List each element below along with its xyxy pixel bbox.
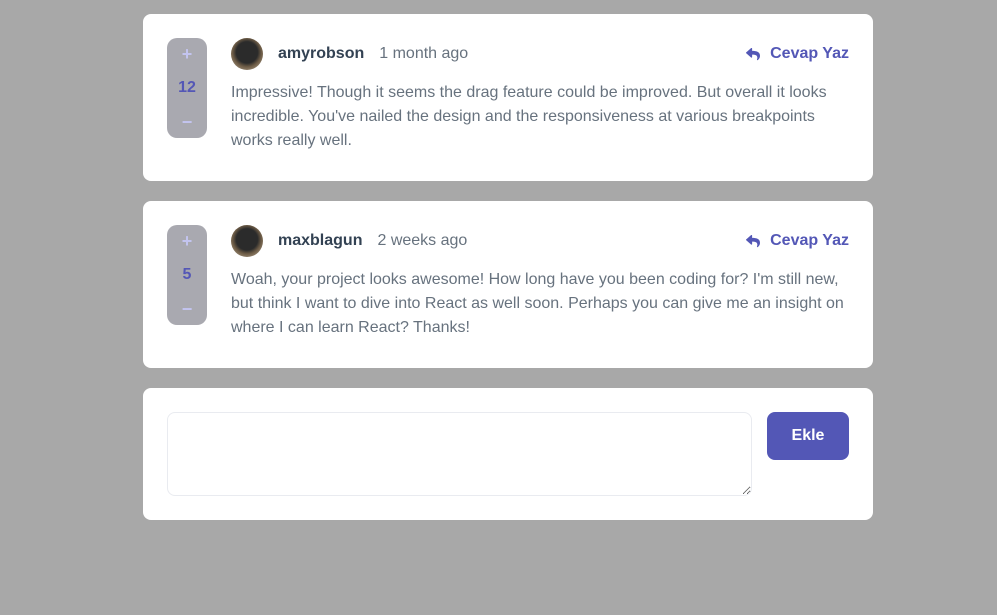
comment-input[interactable] bbox=[167, 412, 752, 496]
downvote-button[interactable]: − bbox=[167, 112, 207, 132]
reply-label: Cevap Yaz bbox=[770, 232, 849, 249]
avatar bbox=[231, 38, 263, 70]
score-widget: + 12 − bbox=[167, 38, 207, 138]
comment-body: maxblagun 2 weeks ago Cevap Yaz Woah, yo… bbox=[231, 225, 849, 344]
upvote-button[interactable]: + bbox=[167, 44, 207, 64]
comments-section: + 12 − amyrobson 1 month ago Cevap Yaz I… bbox=[143, 14, 873, 540]
comment-text: Impressive! Though it seems the drag fea… bbox=[231, 84, 827, 149]
add-comment-card: Ekle bbox=[143, 388, 873, 520]
username: maxblagun bbox=[278, 232, 363, 249]
comment-text: Woah, your project looks awesome! How lo… bbox=[231, 271, 844, 336]
reply-arrow-icon bbox=[746, 234, 761, 247]
username: amyrobson bbox=[278, 45, 365, 62]
comment-card: + 5 − maxblagun 2 weeks ago Cevap Yaz Wo… bbox=[143, 201, 873, 368]
score-widget: + 5 − bbox=[167, 225, 207, 325]
comment-body: amyrobson 1 month ago Cevap Yaz Impressi… bbox=[231, 38, 849, 157]
upvote-button[interactable]: + bbox=[167, 231, 207, 251]
add-comment-button[interactable]: Ekle bbox=[767, 412, 849, 460]
reply-button[interactable]: Cevap Yaz bbox=[746, 232, 849, 250]
comment-card: + 12 − amyrobson 1 month ago Cevap Yaz I… bbox=[143, 14, 873, 181]
reply-button[interactable]: Cevap Yaz bbox=[746, 45, 849, 63]
timestamp: 2 weeks ago bbox=[377, 232, 468, 249]
avatar bbox=[231, 225, 263, 257]
downvote-button[interactable]: − bbox=[167, 299, 207, 319]
score-value: 12 bbox=[178, 79, 196, 96]
timestamp: 1 month ago bbox=[379, 45, 469, 62]
comment-header: maxblagun 2 weeks ago Cevap Yaz bbox=[231, 225, 849, 257]
reply-arrow-icon bbox=[746, 47, 761, 60]
reply-label: Cevap Yaz bbox=[770, 45, 849, 62]
comment-header: amyrobson 1 month ago Cevap Yaz bbox=[231, 38, 849, 70]
score-value: 5 bbox=[182, 266, 192, 283]
